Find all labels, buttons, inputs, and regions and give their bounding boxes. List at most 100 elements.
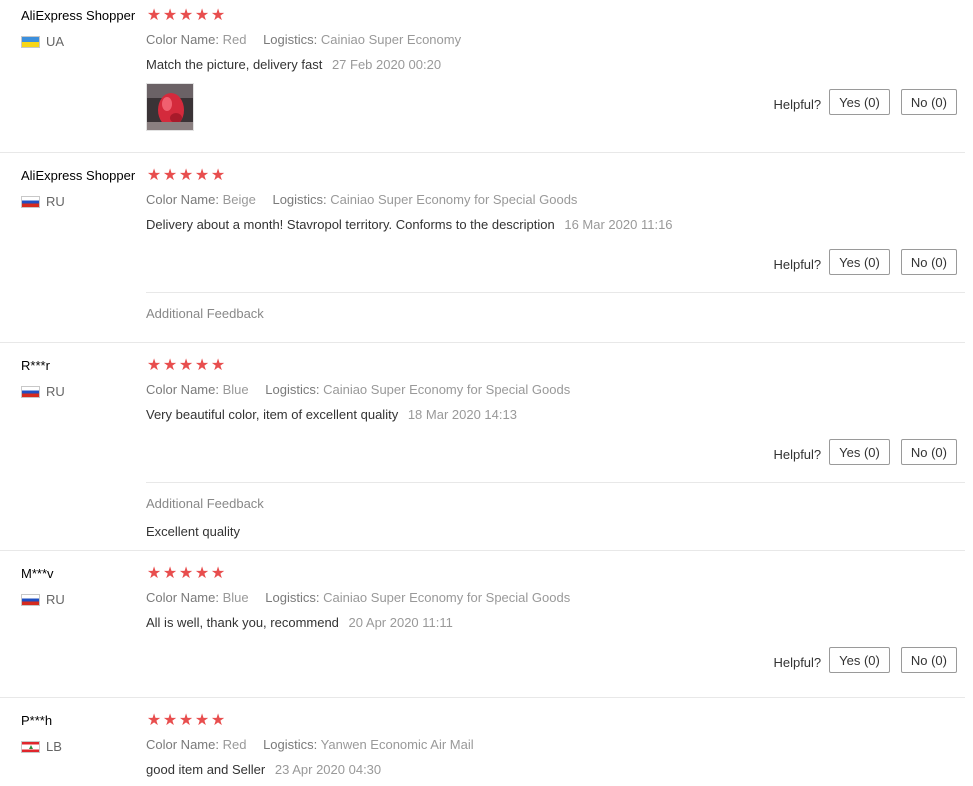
logistics-key: Logistics:: [263, 737, 318, 752]
star-icon: ★: [162, 7, 178, 24]
product-photo-image: [147, 84, 193, 130]
review-text: Match the picture, delivery fast 27 Feb …: [146, 57, 441, 72]
review-text: Delivery about a month! Stavropol territ…: [146, 217, 673, 232]
logistics-key: Logistics:: [265, 590, 320, 605]
reviewer-country: RU: [21, 592, 65, 607]
review-photo-thumbnail[interactable]: [146, 83, 194, 131]
logistics-value: Cainiao Super Economy for Special Goods: [323, 382, 571, 397]
additional-feedback-label: Additional Feedback: [146, 496, 264, 511]
helpful-label: Helpful?: [773, 256, 822, 272]
helpful-label: Helpful?: [773, 96, 822, 112]
color-key: Color Name:: [146, 32, 219, 47]
reviewer-country: RU: [21, 384, 65, 399]
star-icon: ★: [210, 565, 226, 582]
color-value: Red: [222, 737, 247, 752]
review-item: M***v RU ★ ★ ★ ★ ★ Color Name: Blue Logistic…: [0, 550, 965, 698]
color-key: Color Name:: [146, 192, 219, 207]
country-code: RU: [46, 592, 65, 607]
review-item: P***h LB ★ ★ ★ ★ ★ Color Name: Red Logistics…: [0, 697, 965, 786]
star-icon: ★: [210, 357, 226, 374]
star-icon: ★: [194, 565, 210, 582]
country-code: LB: [46, 739, 62, 754]
color-key: Color Name:: [146, 737, 219, 752]
helpful-label: Helpful?: [773, 654, 822, 670]
star-icon: ★: [194, 712, 210, 729]
helpful-yes-button[interactable]: Yes (0): [829, 439, 890, 465]
review-date: 23 Apr 2020 04:30: [274, 762, 382, 777]
order-info: Color Name: Beige Logistics: Cainiao Sup…: [146, 192, 577, 207]
star-icon: ★: [146, 357, 162, 374]
helpful-vote: Helpful? Yes (0) No (0): [773, 249, 957, 275]
review-item: R***r RU ★ ★ ★ ★ ★ Color Name: Blue Logistic…: [0, 342, 965, 551]
helpful-yes-button[interactable]: Yes (0): [829, 89, 890, 115]
helpful-no-button[interactable]: No (0): [900, 89, 957, 115]
reviewer-name: R***r: [21, 358, 50, 373]
star-icon: ★: [194, 167, 210, 184]
country-code: RU: [46, 384, 65, 399]
reviewer-name: AliExpress Shopper: [21, 168, 136, 183]
star-icon: ★: [146, 167, 162, 184]
helpful-yes-button[interactable]: Yes (0): [829, 249, 890, 275]
review-date: 16 Mar 2020 11:16: [564, 217, 673, 232]
star-icon: ★: [162, 712, 178, 729]
star-rating: ★ ★ ★ ★ ★: [146, 168, 226, 184]
review-date: 20 Apr 2020 11:11: [348, 615, 453, 630]
logistics-value: Cainiao Super Economy for Special Goods: [323, 590, 571, 605]
helpful-vote: Helpful? Yes (0) No (0): [773, 89, 957, 115]
flag-ru-icon: [21, 593, 40, 606]
reviewer-country: UA: [21, 34, 64, 49]
star-icon: ★: [162, 357, 178, 374]
order-info: Color Name: Blue Logistics: Cainiao Supe…: [146, 382, 570, 397]
star-icon: ★: [194, 357, 210, 374]
review-content: Delivery about a month! Stavropol territ…: [146, 217, 555, 232]
star-icon: ★: [178, 565, 194, 582]
star-icon: ★: [178, 7, 194, 24]
additional-feedback-label: Additional Feedback: [146, 306, 264, 321]
flag-ru-icon: [21, 195, 40, 208]
star-icon: ★: [178, 712, 194, 729]
helpful-vote: Helpful? Yes (0) No (0): [773, 439, 957, 465]
star-icon: ★: [146, 565, 162, 582]
flag-lb-icon: [21, 740, 40, 753]
review-date: 18 Mar 2020 14:13: [407, 407, 517, 422]
reviewer-name: P***h: [21, 713, 53, 728]
color-value: Beige: [222, 192, 256, 207]
star-icon: ★: [162, 565, 178, 582]
helpful-yes-button[interactable]: Yes (0): [829, 647, 890, 673]
star-icon: ★: [210, 167, 226, 184]
logistics-value: Cainiao Super Economy for Special Goods: [330, 192, 578, 207]
logistics-key: Logistics:: [272, 192, 327, 207]
reviewer-name: M***v: [21, 566, 54, 581]
additional-feedback-text: Excellent quality: [146, 524, 240, 539]
reviewer-country: LB: [21, 739, 62, 754]
order-info: Color Name: Red Logistics: Yanwen Econom…: [146, 737, 474, 752]
logistics-key: Logistics:: [263, 32, 318, 47]
order-info: Color Name: Blue Logistics: Cainiao Supe…: [146, 590, 570, 605]
color-value: Blue: [222, 590, 249, 605]
color-value: Red: [222, 32, 247, 47]
additional-feedback-divider: [146, 292, 965, 293]
star-icon: ★: [146, 7, 162, 24]
helpful-no-button[interactable]: No (0): [900, 249, 957, 275]
color-key: Color Name:: [146, 382, 219, 397]
review-text: good item and Seller 23 Apr 2020 04:30: [146, 762, 381, 777]
helpful-no-button[interactable]: No (0): [900, 647, 957, 673]
star-icon: ★: [162, 167, 178, 184]
review-date: 27 Feb 2020 00:20: [331, 57, 442, 72]
star-icon: ★: [194, 7, 210, 24]
star-rating: ★ ★ ★ ★ ★: [146, 713, 226, 729]
helpful-no-button[interactable]: No (0): [900, 439, 957, 465]
star-icon: ★: [178, 167, 194, 184]
star-icon: ★: [210, 7, 226, 24]
star-rating: ★ ★ ★ ★ ★: [146, 8, 226, 24]
order-info: Color Name: Red Logistics: Cainiao Super…: [146, 32, 461, 47]
star-rating: ★ ★ ★ ★ ★: [146, 358, 226, 374]
logistics-value: Yanwen Economic Air Mail: [320, 737, 474, 752]
review-content: Match the picture, delivery fast: [146, 57, 323, 72]
star-icon: ★: [210, 712, 226, 729]
additional-feedback-divider: [146, 482, 965, 483]
country-code: UA: [46, 34, 65, 49]
review-content: good item and Seller: [146, 762, 266, 777]
review-text: Very beautiful color, item of excellent …: [146, 407, 517, 422]
color-value: Blue: [222, 382, 249, 397]
